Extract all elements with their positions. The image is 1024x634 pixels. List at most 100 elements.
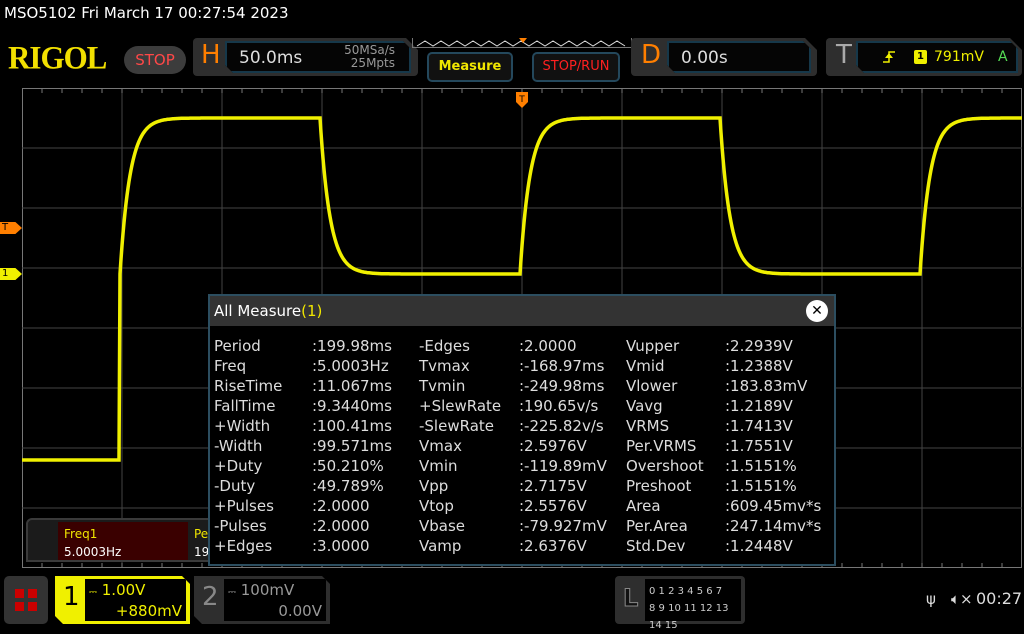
menu-button[interactable] [4,576,48,624]
grid-menu-icon [15,589,37,611]
measurement-label: Tvmin [419,377,466,395]
measurement-label: -Width [214,437,263,455]
measurement-row: -Duty :49.789% Vpp :2.7175V Preshoot :1.5151% [214,476,835,496]
measurement-label: VRMS [626,417,670,435]
measurement-value: :1.7413V [725,417,793,435]
measurement-value: :1.2388V [725,357,793,375]
logic-channels: 0 1 2 3 4 5 6 7 8 9 10 11 12 13 14 15 [645,579,741,631]
measurement-label: RiseTime [214,377,283,395]
memory-depth: 25Mpts [350,56,395,70]
close-icon[interactable]: ✕ [806,300,828,322]
dialog-title-bar[interactable]: All Measure(1) ✕ [210,296,834,326]
measurement-label: -Duty [214,477,256,495]
channel2-button[interactable]: 2 ⎓ 100mV 0.00V [194,576,330,624]
result-freq1[interactable]: Freq1 5.0003Hz [58,522,188,560]
horizontal-label: H [201,40,221,70]
measurement-label: -Edges [419,337,470,355]
trigger-level-marker[interactable]: T [0,222,22,234]
run-state-badge[interactable]: STOP [124,46,186,74]
measurement-row: FallTime:9.3440ms +SlewRate:190.65v/s Vavg… [214,396,835,416]
stop-run-button[interactable]: STOP/RUN [532,52,620,82]
measurement-value: :5.0003Hz [312,357,389,375]
channel1-offset-marker[interactable]: 1 [0,268,22,280]
dialog-count: (1) [301,302,323,320]
measurement-label: Per.Area [626,517,688,535]
measurement-value: :-79.927mV [519,517,607,535]
measurement-value: :1.2189V [725,397,793,415]
measurement-row: -Pulses:2.0000 Vbase:-79.927mV Per.Area:24… [214,516,835,536]
measurement-label: Period [214,337,261,355]
measurement-row: +Width:100.41ms -SlewRate:-225.82v/s VRMS:… [214,416,835,436]
measurement-value: :2.7175V [519,477,587,495]
measurement-value: :1.5151% [725,457,797,475]
measurement-value: :183.83mV [725,377,808,395]
measurement-value: :2.6376V [519,537,587,555]
channel1-settings: ⎓ 1.00V +880mV [85,579,186,621]
measurement-value: :2.0000 [519,337,577,355]
measurement-label: +Pulses [214,497,274,515]
logic-label: L [622,584,639,613]
measurement-value: :-225.82v/s [519,417,604,435]
measurement-value: :1.5151% [725,477,797,495]
measurement-label: Vbase [419,517,466,535]
timebase-display: 50.0ms 50MSa/s 25Mpts [225,41,411,73]
measurement-value: :100.41ms [312,417,392,435]
measurement-row: RiseTime:11.067ms Tvmin:-249.98ms Vlower:1… [214,376,835,396]
measurement-value: :-249.98ms [519,377,605,395]
measurement-table: Period:199.98ms -Edges:2.0000 Vupper:2.293… [214,336,835,556]
trigger-position-marker[interactable]: T [516,92,528,108]
svg-text:T: T [518,95,525,105]
measurement-label: Vavg [626,397,663,415]
dialog-title: All Measure [214,302,302,320]
measurement-label: Tvmax [419,357,470,375]
measurement-value: :3.0000 [312,537,370,555]
measurement-row: +Duty:50.210% Vmin:-119.89mV Overshoot:1.5… [214,456,835,476]
trigger-display: 1 791mV A [856,41,1018,73]
measurement-label: +Width [214,417,271,435]
speaker-muted-icon[interactable]: 🔈︎× [951,590,973,608]
delay-panel[interactable]: D 0.00s [631,38,817,76]
logic-row: 8 9 10 11 12 13 14 15 [649,603,729,631]
measurement-label: Std.Dev [626,537,686,555]
measurement-value: :609.45mv*s [725,497,822,515]
memory-depth-indicator [412,38,632,48]
measurement-value: :-168.97ms [519,357,605,375]
measurement-value: :49.789% [312,477,384,495]
measurement-label: Vupper [626,337,680,355]
measurement-label: Preshoot [626,477,692,495]
measurement-value: :-119.89mV [519,457,607,475]
trigger-panel[interactable]: T 1 791mV A [826,38,1022,76]
logic-analyzer-button[interactable]: L 0 1 2 3 4 5 6 7 8 9 10 11 12 13 14 15 [615,576,745,631]
measurement-value: :2.5576V [519,497,587,515]
rigol-logo: RIGOL [8,39,107,76]
measurement-row: Period:199.98ms -Edges:2.0000 Vupper:2.293… [214,336,835,356]
trigger-label: T [836,40,852,70]
measurement-label: Vamp [419,537,462,555]
measurement-value: :247.14mv*s [725,517,822,535]
measurement-value: :1.7551V [725,437,793,455]
measurement-label: +SlewRate [419,397,502,415]
measure-button[interactable]: Measure [427,52,513,82]
measurement-row: Freq:5.0003Hz Tvmax:-168.97ms Vmid:1.2388V [214,356,835,376]
measurement-row: +Pulses:2.0000 Vtop:2.5576V Area:609.45mv*… [214,496,835,516]
trigger-mode: A [998,49,1008,65]
window-title: MSO5102 Fri March 17 00:27:54 2023 [4,4,289,22]
all-measure-dialog: All Measure(1) ✕ Period:199.98ms -Edges:2… [208,294,836,566]
measurement-label: Vmid [626,357,665,375]
dc-coupling-icon: ⎓ [89,587,97,598]
measurement-label: Vpp [419,477,449,495]
horizontal-panel[interactable]: H 50.0ms 50MSa/s 25Mpts [193,38,418,76]
measurement-value: :190.65v/s [519,397,599,415]
measurement-row: -Width:99.571ms Vmax:2.5976V Per.VRMS:1.75… [214,436,835,456]
result-name: Freq1 [64,527,98,541]
channel1-button[interactable]: 1 ⎓ 1.00V +880mV [55,576,190,624]
measurement-label: +Edges [214,537,273,555]
clock: 00:27 [976,589,1023,608]
trigger-source-badge: 1 [914,50,927,64]
delay-display: 0.00s [667,41,811,73]
measurement-label: Area [626,497,661,515]
channel-offset: 0.00V [278,602,322,620]
sample-rate: 50MSa/s [344,43,395,57]
measurement-value: :9.3440ms [312,397,392,415]
delay-value: 0.00s [681,48,728,68]
